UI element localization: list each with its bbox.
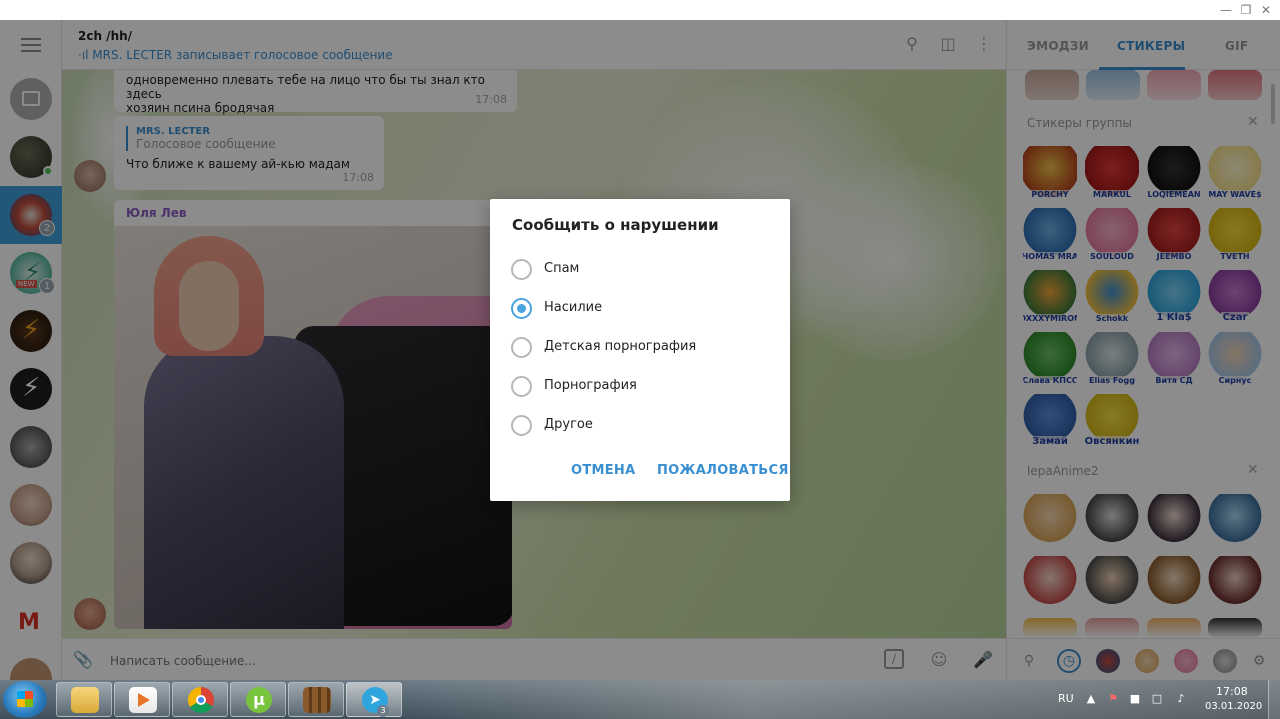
device-icon[interactable]: ■ [1128, 692, 1142, 706]
clock-date[interactable]: 03.01.2020 [1205, 701, 1262, 712]
close-icon[interactable]: ✕ [1256, 2, 1276, 18]
telegram-badge: 3 [377, 705, 389, 717]
start-button[interactable] [3, 681, 47, 718]
folder-icon [71, 687, 99, 713]
dialog-title: Сообщить о нарушении [512, 216, 719, 234]
minimize-icon[interactable]: — [1216, 2, 1236, 18]
report-option-child-abuse[interactable]: Детская порнография [511, 337, 771, 359]
flag-error-icon[interactable]: ⚑ [1106, 692, 1120, 706]
report-option-pornography[interactable]: Порнография [511, 376, 771, 398]
restore-icon[interactable]: ❐ [1236, 2, 1256, 18]
media-player-icon [129, 687, 157, 713]
window-titlebar: — ❐ ✕ [0, 0, 1280, 20]
option-label: Другое [544, 417, 593, 432]
taskbar-chrome[interactable] [172, 682, 228, 717]
cancel-button[interactable]: ОТМЕНА [571, 463, 635, 478]
volume-icon[interactable]: ♪ [1174, 692, 1188, 706]
report-option-violence[interactable]: Насилие [511, 298, 771, 320]
show-desktop-button[interactable] [1268, 680, 1280, 719]
radio-button[interactable] [511, 376, 532, 397]
modal-overlay[interactable] [1006, 20, 1280, 680]
radio-button[interactable] [511, 259, 532, 280]
report-option-spam[interactable]: Спам [511, 259, 771, 281]
network-signal-icon[interactable]: □ [1150, 692, 1164, 706]
utorrent-icon: µ [246, 687, 272, 713]
option-label: Детская порнография [544, 339, 697, 354]
radio-button[interactable] [511, 415, 532, 436]
taskbar-explorer[interactable] [56, 682, 112, 717]
minecraft-icon [303, 687, 331, 713]
taskbar-minecraft[interactable] [288, 682, 344, 717]
chrome-icon [188, 687, 214, 713]
radio-button[interactable] [511, 337, 532, 358]
clock-time[interactable]: 17:08 [1216, 685, 1248, 698]
option-label: Порнография [544, 378, 637, 393]
language-indicator[interactable]: RU [1058, 692, 1074, 705]
taskbar-media-player[interactable] [114, 682, 170, 717]
tray-arrow-icon[interactable]: ▲ [1084, 692, 1098, 706]
option-label: Спам [544, 261, 580, 276]
taskbar-telegram[interactable]: ➤ 3 [346, 682, 402, 717]
windows-taskbar: µ ➤ 3 RU ▲ ⚑ ■ □ ♪ 17:08 03.01.2020 [0, 680, 1280, 719]
option-label: Насилие [544, 300, 603, 315]
report-dialog: Сообщить о нарушении Спам Насилие Детска… [490, 199, 790, 501]
taskbar-background [400, 680, 1280, 719]
taskbar-utorrent[interactable]: µ [230, 682, 286, 717]
report-option-other[interactable]: Другое [511, 415, 771, 437]
radio-button-checked[interactable] [511, 298, 532, 319]
report-button[interactable]: ПОЖАЛОВАТЬСЯ [657, 463, 789, 478]
